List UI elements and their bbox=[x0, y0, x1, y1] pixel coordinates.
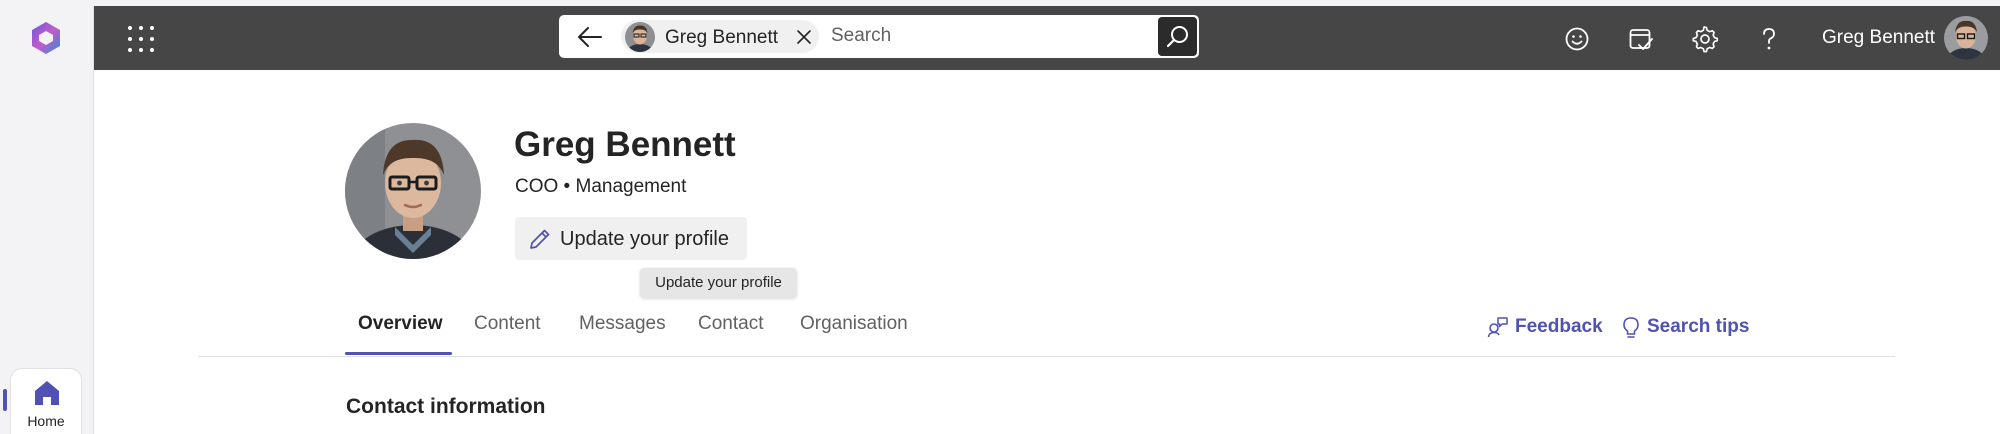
close-icon[interactable] bbox=[796, 29, 812, 45]
app-logo-icon[interactable] bbox=[28, 20, 64, 56]
profile-photo bbox=[345, 123, 481, 259]
tab-messages[interactable]: Messages bbox=[579, 313, 666, 335]
home-active-indicator bbox=[3, 389, 7, 411]
feedback-link[interactable]: Feedback bbox=[1487, 316, 1603, 342]
back-arrow-icon[interactable] bbox=[577, 25, 603, 49]
search-tips-label: Search tips bbox=[1647, 316, 1750, 337]
tab-overview[interactable]: Overview bbox=[358, 313, 443, 335]
tab-organisation[interactable]: Organisation bbox=[800, 313, 908, 335]
main-panel: Greg Bennett Search Greg Bennett Greg Be… bbox=[93, 6, 2000, 434]
pencil-icon bbox=[530, 229, 550, 249]
update-profile-tooltip: Update your profile bbox=[640, 268, 797, 298]
feedback-label: Feedback bbox=[1515, 316, 1603, 337]
tab-contact[interactable]: Contact bbox=[698, 313, 763, 335]
people-feedback-icon bbox=[1487, 317, 1508, 338]
search-icon bbox=[1166, 26, 1188, 48]
profile-name: Greg Bennett bbox=[514, 125, 736, 164]
app-launcher-icon[interactable] bbox=[128, 26, 154, 52]
chip-person-name: Greg Bennett bbox=[665, 27, 779, 48]
tabs-divider bbox=[198, 356, 1895, 357]
search-box: Greg Bennett bbox=[559, 15, 1199, 58]
lightbulb-icon bbox=[1623, 317, 1639, 338]
help-icon[interactable] bbox=[1755, 25, 1783, 53]
smiley-feedback-icon[interactable] bbox=[1563, 25, 1591, 53]
tab-content[interactable]: Content bbox=[474, 313, 541, 335]
search-button[interactable] bbox=[1158, 17, 1197, 56]
avatar[interactable] bbox=[1944, 16, 1988, 60]
active-tab-indicator bbox=[345, 352, 452, 355]
person-filter-chip[interactable]: Greg Bennett bbox=[621, 20, 819, 53]
app-rail: Home bbox=[0, 0, 93, 434]
signed-in-user-name[interactable]: Greg Bennett bbox=[1822, 27, 1935, 49]
home-label: Home bbox=[27, 413, 65, 429]
home-nav-item[interactable]: Home bbox=[10, 368, 82, 434]
search-tips-link[interactable]: Search tips bbox=[1620, 316, 1750, 342]
section-title: Contact information bbox=[346, 395, 546, 418]
calendar-check-icon[interactable] bbox=[1627, 25, 1655, 53]
update-profile-label: Update your profile bbox=[560, 228, 729, 250]
avatar bbox=[625, 22, 655, 52]
top-bar: Greg Bennett Search Greg Bennett bbox=[94, 6, 2000, 70]
profile-title-department: COO • Management bbox=[515, 176, 687, 197]
gear-icon[interactable] bbox=[1691, 25, 1719, 53]
update-profile-button[interactable]: Update your profile bbox=[515, 217, 747, 260]
search-input[interactable] bbox=[831, 21, 1151, 51]
home-icon bbox=[33, 379, 61, 407]
